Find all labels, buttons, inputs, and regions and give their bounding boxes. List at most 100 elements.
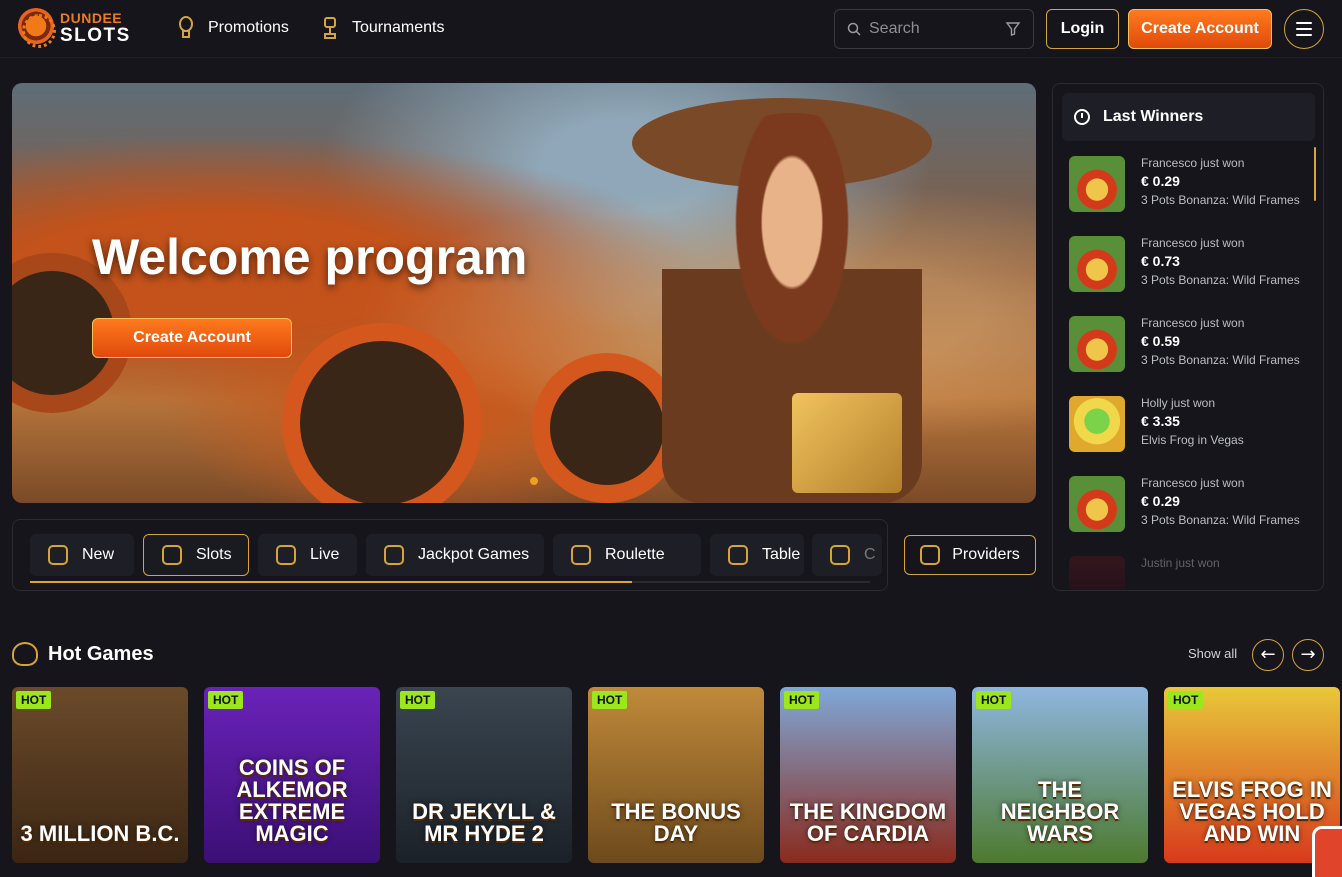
create-account-button[interactable]: Create Account bbox=[1128, 9, 1272, 49]
category-label: C bbox=[864, 546, 876, 563]
prev-arrow-button[interactable]: ← bbox=[1252, 639, 1284, 671]
game-card[interactable]: HOT DR JEKYLL & MR HYDE 2 bbox=[396, 687, 572, 863]
hero-create-account-button[interactable]: Create Account bbox=[92, 318, 292, 358]
hero-wheel-art bbox=[282, 323, 482, 503]
category-tab-table[interactable]: Table bbox=[710, 534, 804, 576]
logo-text: DUNDEE SLOTS bbox=[60, 11, 131, 45]
category-icon bbox=[162, 545, 182, 565]
category-label: Jackpot Games bbox=[418, 546, 530, 563]
clock-icon bbox=[1074, 109, 1090, 125]
category-tab-roulette[interactable]: Roulette bbox=[553, 534, 701, 576]
winner-item[interactable]: Francesco just won € 0.59 3 Pots Bonanza: … bbox=[1069, 316, 1309, 374]
category-tab-c[interactable]: C bbox=[812, 534, 882, 576]
winner-amount: € 0.59 bbox=[1141, 333, 1180, 349]
category-label: Live bbox=[310, 546, 340, 563]
winner-text: Francesco just won € 0.29 3 Pots Bonanza: … bbox=[1141, 476, 1300, 534]
nav-tournaments[interactable]: Tournaments bbox=[322, 16, 445, 40]
hot-games-icon bbox=[12, 642, 38, 666]
login-button[interactable]: Login bbox=[1046, 9, 1119, 49]
winner-item[interactable]: Francesco just won € 0.29 3 Pots Bonanza: … bbox=[1069, 476, 1309, 534]
hot-games-title: Hot Games bbox=[48, 642, 154, 665]
top-header: DUNDEE SLOTS Promotions Tournaments Logi… bbox=[0, 0, 1342, 58]
providers-button[interactable]: Providers bbox=[904, 535, 1036, 575]
winner-amount: € 0.73 bbox=[1141, 253, 1180, 269]
winner-game-name: 3 Pots Bonanza: Wild Frames bbox=[1141, 352, 1300, 367]
game-title: THE BONUS DAY bbox=[611, 799, 741, 846]
category-icon bbox=[48, 545, 68, 565]
category-icon bbox=[276, 545, 296, 565]
winner-text: Holly just won € 3.35 Elvis Frog in Vegas bbox=[1141, 396, 1244, 454]
winner-game-thumbnail[interactable] bbox=[1069, 556, 1125, 590]
category-tab-jackpot-games[interactable]: Jackpot Games bbox=[366, 534, 544, 576]
last-winners-title: Last Winners bbox=[1103, 108, 1204, 125]
hot-badge: HOT bbox=[592, 691, 628, 709]
category-icon bbox=[830, 545, 850, 565]
search-input[interactable] bbox=[869, 20, 989, 38]
category-icon bbox=[384, 545, 404, 565]
winner-item[interactable]: Holly just won € 3.35 Elvis Frog in Vegas bbox=[1069, 396, 1309, 454]
logo-badge-icon bbox=[16, 8, 56, 48]
nav-tournaments-label: Tournaments bbox=[352, 19, 445, 36]
hot-badge: HOT bbox=[400, 691, 436, 709]
category-label: Slots bbox=[196, 546, 232, 563]
winner-game-thumbnail[interactable] bbox=[1069, 396, 1125, 452]
menu-button[interactable] bbox=[1284, 9, 1324, 49]
next-arrow-button[interactable]: → bbox=[1292, 639, 1324, 671]
winner-game-name: 3 Pots Bonanza: Wild Frames bbox=[1141, 512, 1300, 527]
winner-item[interactable]: Francesco just won € 0.29 3 Pots Bonanza: … bbox=[1069, 156, 1309, 214]
game-card[interactable]: HOT THE KINGDOM OF CARDIA bbox=[780, 687, 956, 863]
game-title: 3 MILLION B.C. bbox=[20, 821, 180, 846]
hot-badge: HOT bbox=[976, 691, 1012, 709]
winner-item[interactable]: Justin just won bbox=[1069, 556, 1309, 590]
hero-banner[interactable]: Welcome program Create Account bbox=[12, 83, 1036, 503]
winner-name: Francesco just won bbox=[1141, 156, 1245, 170]
game-card[interactable]: HOT COINS OF ALKEMOR EXTREME MAGIC bbox=[204, 687, 380, 863]
game-card[interactable]: HOT THE BONUS DAY bbox=[588, 687, 764, 863]
game-card[interactable]: HOT 3 MILLION B.C. bbox=[12, 687, 188, 863]
winner-game-name: 3 Pots Bonanza: Wild Frames bbox=[1141, 192, 1300, 207]
category-tab-slots[interactable]: Slots bbox=[143, 534, 249, 576]
hot-badge: HOT bbox=[208, 691, 244, 709]
last-winners-header: Last Winners bbox=[1062, 93, 1315, 141]
providers-icon bbox=[920, 545, 941, 565]
winner-game-name: Elvis Frog in Vegas bbox=[1141, 432, 1244, 447]
winner-amount: € 0.29 bbox=[1141, 173, 1180, 189]
hero-wheel-art bbox=[532, 353, 682, 503]
search-box[interactable] bbox=[834, 9, 1034, 49]
winner-name: Holly just won bbox=[1141, 396, 1216, 410]
nav-promotions[interactable]: Promotions bbox=[178, 16, 289, 40]
winners-scrollbar[interactable] bbox=[1314, 147, 1316, 201]
winner-text: Justin just won bbox=[1141, 556, 1220, 590]
winner-text: Francesco just won € 0.59 3 Pots Bonanza: … bbox=[1141, 316, 1300, 374]
nav-promotions-label: Promotions bbox=[208, 19, 289, 36]
show-all-link[interactable]: Show all bbox=[1188, 646, 1237, 661]
winner-amount: € 3.35 bbox=[1141, 413, 1180, 429]
winner-name: Francesco just won bbox=[1141, 316, 1245, 330]
logo-name-bottom: SLOTS bbox=[60, 25, 131, 46]
logo[interactable]: DUNDEE SLOTS bbox=[16, 8, 131, 48]
category-icon bbox=[571, 545, 591, 565]
filter-icon[interactable] bbox=[1005, 21, 1021, 37]
carousel-dot[interactable] bbox=[530, 477, 538, 485]
category-label: Roulette bbox=[605, 546, 665, 563]
chat-widget-icon[interactable] bbox=[1312, 826, 1342, 877]
logo-name-top: DUNDEE bbox=[60, 10, 123, 26]
category-label: New bbox=[82, 546, 115, 563]
winner-amount: € 0.29 bbox=[1141, 493, 1180, 509]
category-icon bbox=[728, 545, 748, 565]
category-scroll-indicator[interactable] bbox=[30, 581, 632, 583]
category-tab-new[interactable]: New bbox=[30, 534, 134, 576]
hot-badge: HOT bbox=[784, 691, 820, 709]
winner-game-thumbnail[interactable] bbox=[1069, 156, 1125, 212]
winner-game-thumbnail[interactable] bbox=[1069, 316, 1125, 372]
last-winners-panel: Last Winners Francesco just won € 0.29 3 P… bbox=[1052, 83, 1324, 591]
winner-game-thumbnail[interactable] bbox=[1069, 236, 1125, 292]
hamburger-icon bbox=[1296, 22, 1312, 24]
game-title: THE NEIGHBOR WARS bbox=[1000, 777, 1120, 846]
winner-item[interactable]: Francesco just won € 0.73 3 Pots Bonanza: … bbox=[1069, 236, 1309, 294]
winner-name: Francesco just won bbox=[1141, 236, 1245, 250]
category-tab-live[interactable]: Live bbox=[258, 534, 357, 576]
hero-title: Welcome program bbox=[92, 229, 528, 285]
winner-game-thumbnail[interactable] bbox=[1069, 476, 1125, 532]
game-card[interactable]: HOT THE NEIGHBOR WARS bbox=[972, 687, 1148, 863]
